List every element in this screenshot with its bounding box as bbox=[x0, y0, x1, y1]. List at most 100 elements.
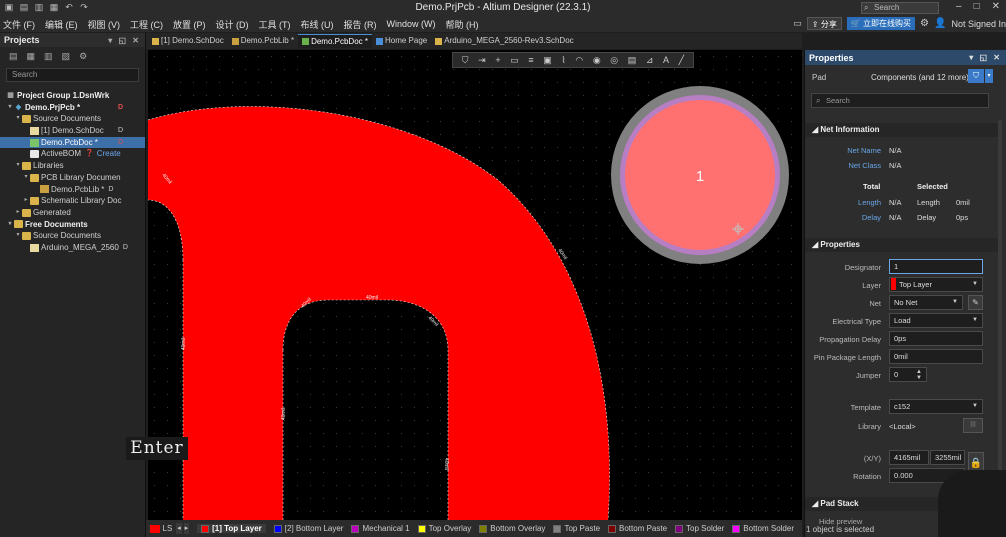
tree-item-source-documents[interactable]: ▾ Source Documents bbox=[0, 113, 145, 125]
pcb-editor-canvas[interactable]: 40mil 40mil 40mil 40mil 40mil 40mil 40mi… bbox=[148, 50, 802, 520]
tree-item-pcb-library-documents[interactable]: ▾ PCB Library Documen bbox=[0, 172, 145, 184]
save-workspace-icon[interactable]: ▧ bbox=[62, 51, 71, 62]
line-icon[interactable]: ╱ bbox=[679, 55, 684, 66]
align-icon[interactable]: ≡ bbox=[528, 55, 533, 65]
collapse-arrow-icon[interactable]: ▾ bbox=[14, 113, 22, 125]
menu-route[interactable]: 布线 (U) bbox=[301, 18, 334, 31]
menu-reports[interactable]: 报告 (R) bbox=[344, 18, 377, 31]
tree-item-generated[interactable]: ▸ Generated bbox=[0, 207, 145, 219]
layer-select[interactable]: Top Layer ▼ bbox=[889, 277, 983, 292]
share-button[interactable]: ⇪ 分享 bbox=[806, 17, 842, 30]
chat-icon[interactable]: ▭ bbox=[793, 18, 802, 29]
interactive-route-icon[interactable]: ⌇ bbox=[561, 55, 565, 66]
pin-package-length-input[interactable]: 0mil bbox=[889, 349, 983, 364]
user-icon[interactable]: 👤 bbox=[934, 18, 946, 29]
menu-project[interactable]: 工程 (C) bbox=[130, 18, 163, 31]
route-icon[interactable]: ⇥ bbox=[478, 55, 486, 66]
collapse-arrow-icon[interactable]: ▾ bbox=[6, 219, 14, 231]
menu-edit[interactable]: 编辑 (E) bbox=[45, 18, 78, 31]
tab-arduino-mega-schdoc[interactable]: Arduino_MEGA_2560-Rev3.SchDoc bbox=[431, 34, 577, 48]
library-link-icon[interactable]: ⛓ bbox=[963, 418, 983, 433]
tree-item-schematic-library-documents[interactable]: ▸ Schematic Library Doc bbox=[0, 195, 145, 207]
selection-filter-summary[interactable]: Components (and 12 more) bbox=[871, 73, 969, 82]
layer-prev-icon[interactable]: ◂ bbox=[176, 523, 182, 534]
tree-item-free-source-documents[interactable]: ▾ Source Documents bbox=[0, 230, 145, 242]
tree-item-demo-schdoc[interactable]: [1] Demo.SchDoc D bbox=[0, 125, 145, 137]
y-input[interactable]: 3255mil bbox=[930, 450, 965, 465]
tab-demo-pcblib[interactable]: Demo.PcbLib * bbox=[228, 34, 298, 48]
template-select[interactable]: c152 ▼ bbox=[889, 399, 983, 414]
tab-home-page[interactable]: Home Page bbox=[372, 34, 431, 48]
expand-arrow-icon[interactable]: ▸ bbox=[22, 195, 30, 207]
layer-tab-bottom-solder[interactable]: Bottom Solder bbox=[732, 524, 794, 533]
filter-funnel-icon[interactable]: ⛉ bbox=[968, 69, 984, 83]
current-layer-swatch[interactable] bbox=[150, 524, 160, 533]
layer-tab-bottom-paste[interactable]: Bottom Paste bbox=[608, 524, 667, 533]
layer-tab-top-layer[interactable]: [1] Top Layer bbox=[197, 524, 266, 533]
tree-item-demo-prjpcb[interactable]: ▾ ◈ Demo.PrjPcb * D bbox=[0, 102, 145, 114]
projects-search-input[interactable]: Search bbox=[6, 68, 139, 82]
tree-item-activebom[interactable]: ActiveBOM ❓ Create bbox=[0, 148, 145, 160]
section-properties[interactable]: ◢ Properties bbox=[805, 238, 1001, 252]
electrical-type-select[interactable]: Load ▼ bbox=[889, 313, 983, 328]
tree-item-libraries[interactable]: ▾ Libraries bbox=[0, 160, 145, 172]
layer-tab-mechanical-1[interactable]: Mechanical 1 bbox=[351, 524, 410, 533]
component-icon[interactable]: ▣ bbox=[543, 55, 552, 66]
x-input[interactable]: 4165mil bbox=[889, 450, 929, 465]
stepper-arrows-icon[interactable]: ▲ ▼ bbox=[916, 369, 922, 381]
layer-tab-bottom-layer[interactable]: [2] Bottom Layer bbox=[273, 524, 343, 533]
global-search-input[interactable]: ⌕ Search bbox=[861, 2, 939, 14]
menu-place[interactable]: 放置 (P) bbox=[173, 18, 206, 31]
add-icon[interactable]: + bbox=[495, 55, 500, 65]
tab-demo-schdoc[interactable]: [1] Demo.SchDoc bbox=[148, 34, 228, 48]
tab-demo-pcbdoc[interactable]: Demo.PcbDoc * bbox=[298, 34, 372, 48]
eyedropper-icon[interactable]: ✎ bbox=[968, 295, 983, 310]
select-rect-icon[interactable]: ▭ bbox=[510, 55, 519, 66]
text-icon[interactable]: A bbox=[663, 55, 669, 65]
layer-tab-top-solder[interactable]: Top Solder bbox=[675, 524, 724, 533]
layer-tab-top-paste[interactable]: Top Paste bbox=[553, 524, 600, 533]
jumper-stepper[interactable]: 0 ▲ ▼ bbox=[889, 367, 927, 382]
panel-controls-icon[interactable]: ▾ ◱ ✕ bbox=[969, 53, 1002, 62]
layer-next-icon[interactable]: ▸ bbox=[183, 523, 190, 534]
filter-dropdown-icon[interactable]: ▾ bbox=[985, 69, 993, 83]
expand-arrow-icon[interactable]: ▸ bbox=[14, 207, 22, 219]
filter-icon[interactable]: ⛉ bbox=[462, 55, 469, 66]
collapse-arrow-icon[interactable]: ▾ bbox=[22, 172, 30, 184]
menu-tools[interactable]: 工具 (T) bbox=[259, 18, 291, 31]
collapse-arrow-icon[interactable]: ▾ bbox=[14, 160, 22, 172]
tree-item-project-group[interactable]: ▦ Project Group 1.DsnWrk bbox=[0, 90, 145, 102]
panel-controls-icon[interactable]: ▾ ◱ ✕ bbox=[108, 36, 141, 45]
section-net-information[interactable]: ◢ Net Information bbox=[805, 123, 1001, 137]
maximize-icon[interactable]: □ bbox=[974, 1, 980, 12]
propagation-delay-input[interactable]: 0ps bbox=[889, 331, 983, 346]
fill-icon[interactable]: ▤ bbox=[628, 55, 637, 66]
dimension-icon[interactable]: ⊿ bbox=[646, 55, 654, 66]
via-icon[interactable]: ◉ bbox=[593, 55, 601, 66]
create-bom-link[interactable]: Create bbox=[97, 148, 121, 160]
collapse-arrow-icon[interactable]: ▾ bbox=[14, 230, 22, 242]
menu-design[interactable]: 设计 (D) bbox=[216, 18, 249, 31]
collapse-arrow-icon[interactable]: ▾ bbox=[6, 102, 14, 114]
project-options-icon[interactable]: ▤ bbox=[9, 51, 18, 62]
arc-icon[interactable]: ◠ bbox=[575, 55, 583, 66]
project-settings-gear-icon[interactable]: ⚙ bbox=[79, 51, 87, 62]
menu-file[interactable]: 文件 (F) bbox=[3, 18, 35, 31]
menu-help[interactable]: 帮助 (H) bbox=[446, 18, 479, 31]
layer-tab-top-overlay[interactable]: Top Overlay bbox=[417, 524, 471, 533]
tree-item-free-documents[interactable]: ▾ Free Documents bbox=[0, 219, 145, 231]
tree-item-arduino-mega[interactable]: Arduino_MEGA_2560 D bbox=[0, 242, 145, 254]
designator-input[interactable]: 1 bbox=[889, 259, 983, 274]
save-project-icon[interactable]: ▦ bbox=[27, 51, 36, 62]
properties-search-input[interactable]: ⌕ Search bbox=[811, 93, 989, 108]
minimize-icon[interactable]: – bbox=[956, 1, 962, 12]
open-project-icon[interactable]: ▥ bbox=[44, 51, 53, 62]
layer-tab-bottom-overlay[interactable]: Bottom Overlay bbox=[479, 524, 545, 533]
buy-online-button[interactable]: 🛒 立即在线购买 bbox=[846, 17, 916, 30]
settings-gear-icon[interactable]: ⚙ bbox=[920, 18, 929, 29]
layer-set-button[interactable]: LS bbox=[163, 524, 173, 533]
tree-item-demo-pcblib[interactable]: Demo.PcbLib * D bbox=[0, 184, 145, 196]
not-signed-in-label[interactable]: Not Signed In bbox=[951, 19, 1006, 29]
pad-icon[interactable]: ◎ bbox=[610, 55, 618, 66]
properties-scrollbar[interactable] bbox=[998, 120, 1002, 520]
